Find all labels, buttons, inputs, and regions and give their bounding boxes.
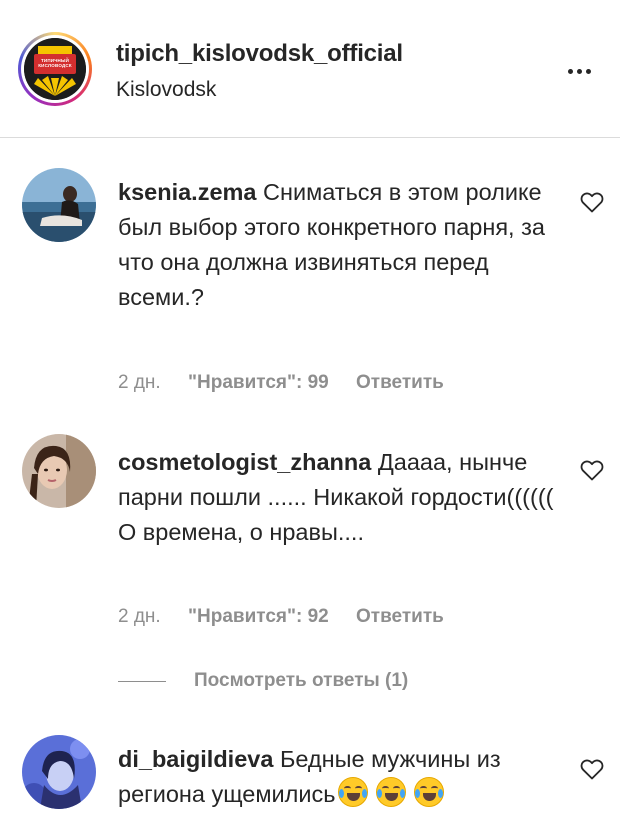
tears-of-joy-emoji-icon	[337, 777, 368, 807]
comment-text: cosmetologist_zhanna Даааа, нынче парни …	[118, 445, 558, 550]
like-heart-icon[interactable]	[580, 758, 604, 780]
tears-of-joy-emoji-icon	[375, 777, 406, 807]
account-logo: ТИПИЧНЫЙ КИСЛОВОДСК	[24, 38, 86, 100]
reply-button[interactable]: Ответить	[356, 606, 444, 627]
commenter-avatar[interactable]	[22, 434, 96, 508]
comment-time[interactable]: 2 дн.	[118, 606, 161, 627]
more-dot-icon	[586, 69, 591, 74]
comment-text: ksenia.zema Сниматься в этом ролике был …	[118, 175, 558, 315]
view-replies-button[interactable]: Посмотреть ответы (1)	[118, 670, 408, 696]
commenter-avatar[interactable]	[22, 168, 96, 242]
replies-divider-line	[118, 680, 166, 682]
account-username[interactable]: tipich_kislovodsk_official	[116, 40, 403, 68]
more-dot-icon	[577, 69, 582, 74]
comment-username[interactable]: ksenia.zema	[118, 179, 256, 205]
view-replies-label: Посмотреть ответы (1)	[194, 670, 409, 691]
more-dot-icon	[568, 69, 573, 74]
post-location[interactable]: Kislovodsk	[116, 78, 216, 102]
comment-time[interactable]: 2 дн.	[118, 372, 161, 393]
tears-of-joy-emoji-icon	[413, 777, 444, 807]
comment-likes[interactable]: "Нравится": 92	[188, 606, 329, 627]
comment-meta: 2 дн. "Нравится": 99 Ответить	[118, 372, 444, 394]
post-header: ТИПИЧНЫЙ КИСЛОВОДСК tipich_kislovodsk_of…	[0, 0, 620, 138]
comment-username[interactable]: cosmetologist_zhanna	[118, 449, 371, 475]
more-options-button[interactable]	[562, 56, 598, 86]
account-avatar[interactable]: ТИПИЧНЫЙ КИСЛОВОДСК	[18, 32, 92, 106]
comment-username[interactable]: di_baigildieva	[118, 746, 273, 772]
like-heart-icon[interactable]	[580, 459, 604, 481]
comment-meta: 2 дн. "Нравится": 92 Ответить	[118, 606, 444, 628]
comment-likes[interactable]: "Нравится": 99	[188, 372, 329, 393]
reply-button[interactable]: Ответить	[356, 372, 444, 393]
comment-text: di_baigildieva Бедные мужчины из региона…	[118, 742, 558, 812]
like-heart-icon[interactable]	[580, 191, 604, 213]
logo-graphic	[24, 38, 86, 100]
commenter-avatar[interactable]	[22, 735, 96, 809]
logo-text: ТИПИЧНЫЙ КИСЛОВОДСК	[38, 58, 72, 68]
